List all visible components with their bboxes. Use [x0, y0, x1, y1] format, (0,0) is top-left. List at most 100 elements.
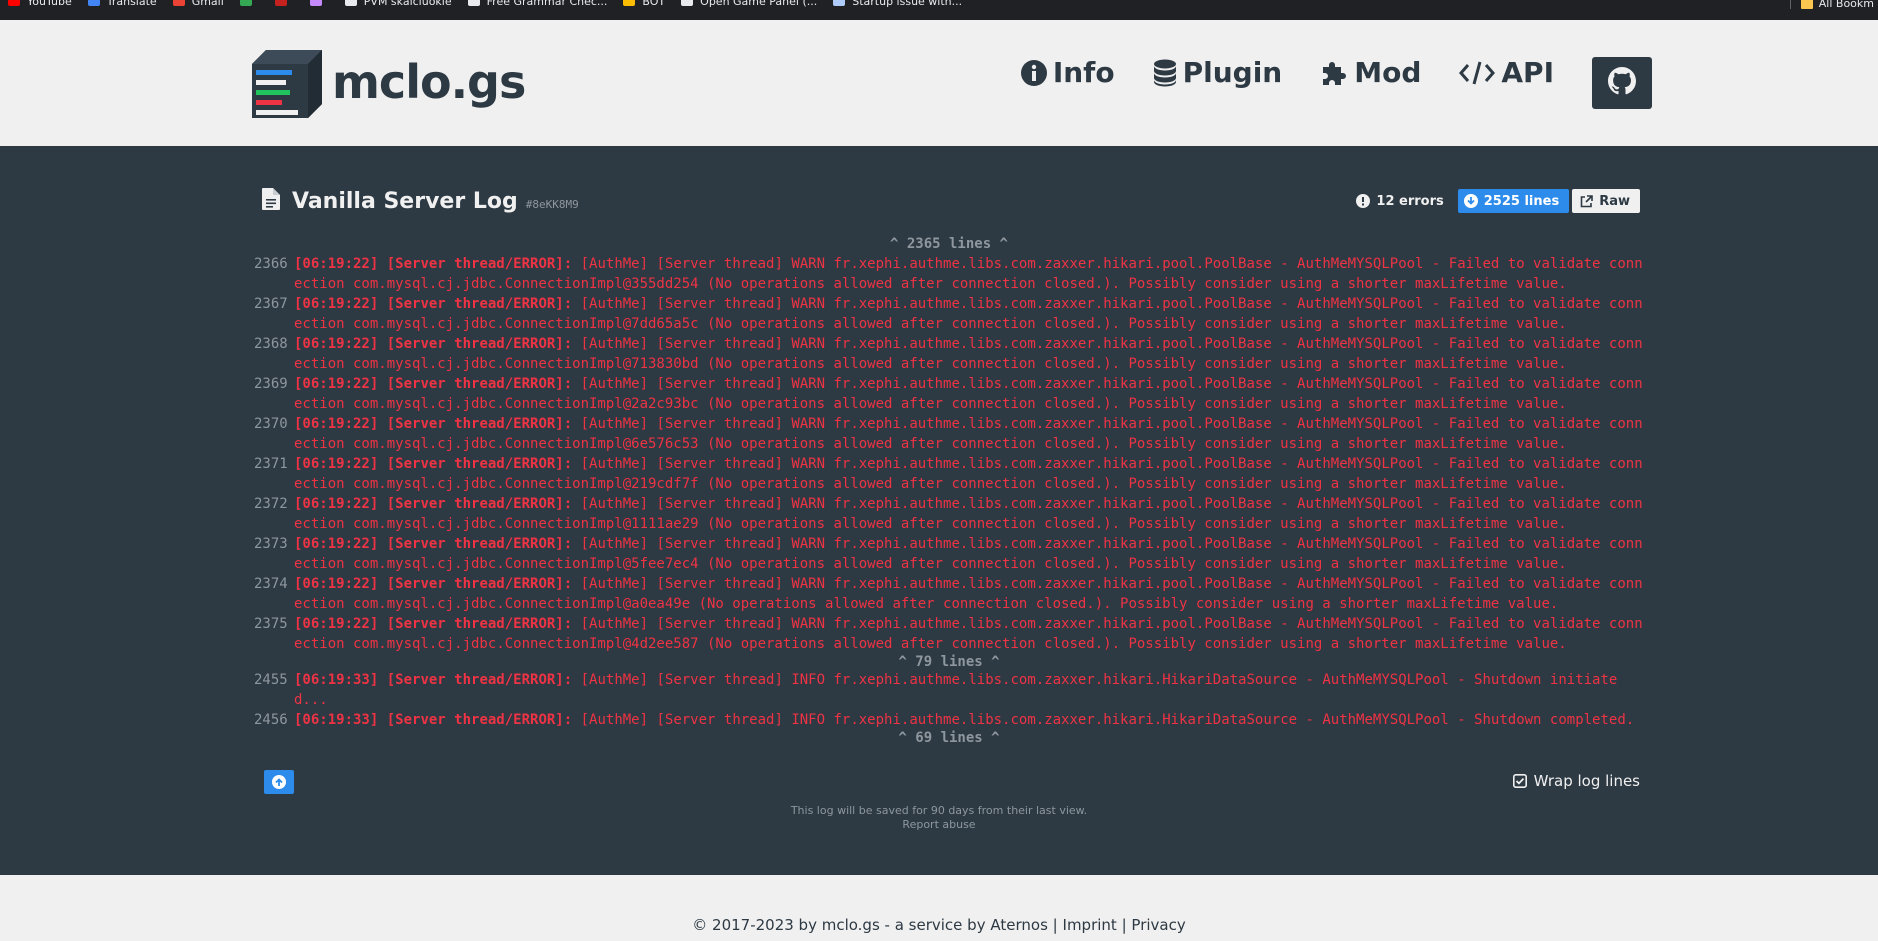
arrow-down-circle-icon — [1463, 194, 1478, 208]
log-line-text: [06:19:33] [Server thread/ERROR]: [AuthM… — [294, 710, 1634, 730]
github-button[interactable] — [1592, 57, 1652, 109]
bookmark-favicon-icon — [239, 0, 252, 6]
collapsed-lines-mid[interactable]: ^ 79 lines ^ — [254, 652, 1644, 672]
line-number[interactable]: 2369 — [254, 374, 294, 414]
bookmark-favicon-icon — [309, 0, 322, 6]
line-number[interactable]: 2373 — [254, 534, 294, 574]
site-footer: © 2017-2023 by mclo.gs - a service by At… — [0, 875, 1878, 941]
log-thread: [Server thread/ERROR]: — [386, 256, 573, 272]
log-line: 2455 [06:19:33] [Server thread/ERROR]: [A… — [254, 670, 1644, 710]
log-line-text: [06:19:22] [Server thread/ERROR]: [AuthM… — [294, 374, 1644, 414]
bookmark-item[interactable]: PVM skaiciuokle — [337, 0, 460, 8]
logo-text: mclo.gs — [332, 55, 526, 109]
log-line: 2369 [06:19:22] [Server thread/ERROR]: [A… — [254, 374, 1644, 414]
line-number[interactable]: 2371 — [254, 454, 294, 494]
external-link-icon — [1580, 194, 1594, 208]
nav-info[interactable]: Info — [1020, 56, 1115, 89]
imprint-link[interactable]: Imprint — [1063, 916, 1117, 934]
site-logo[interactable]: mclo.gs — [252, 46, 526, 118]
checkbox-icon[interactable] — [1512, 774, 1527, 788]
log-time: [06:19:33] — [294, 672, 379, 688]
bookmark-favicon-icon — [833, 0, 846, 6]
site-header: mclo.gs Info Plugin Mod API — [0, 20, 1878, 146]
nav-info-label: Info — [1052, 56, 1115, 89]
nav-mod[interactable]: Mod — [1320, 56, 1421, 89]
bookmark-item[interactable]: Startup issue with... — [825, 0, 970, 8]
log-line-text: [06:19:22] [Server thread/ERROR]: [AuthM… — [294, 294, 1644, 334]
nav-plugin-label: Plugin — [1182, 56, 1283, 89]
lines-button[interactable]: 2525 lines — [1457, 189, 1570, 213]
log-thread: [Server thread/ERROR]: — [386, 376, 573, 392]
log-thread: [Server thread/ERROR]: — [386, 416, 573, 432]
bookmark-separator — [1789, 0, 1791, 9]
nav-api[interactable]: API — [1459, 56, 1554, 89]
log-content: ^ 2365 lines ^ 2366 [06:19:22] [Server th… — [254, 234, 1644, 748]
line-number[interactable]: 2368 — [254, 334, 294, 374]
log-message: [AuthMe] [Server thread] INFO fr.xephi.a… — [580, 712, 1635, 728]
privacy-link[interactable]: Privacy — [1131, 916, 1185, 934]
log-line: 2367 [06:19:22] [Server thread/ERROR]: [A… — [254, 294, 1644, 334]
bookmark-item[interactable]: BOT — [615, 0, 673, 8]
bookmark-item[interactable] — [267, 0, 302, 6]
raw-label: Raw — [1599, 193, 1630, 209]
log-time: [06:19:22] — [294, 576, 379, 592]
bookmark-item[interactable]: Translate — [80, 0, 165, 8]
line-number[interactable]: 2374 — [254, 574, 294, 614]
errors-badge[interactable]: 12 errors — [1356, 194, 1444, 209]
bookmark-item[interactable]: Free Grammar Chec... — [460, 0, 616, 8]
log-thread: [Server thread/ERROR]: — [386, 456, 573, 472]
line-number[interactable]: 2366 — [254, 254, 294, 294]
log-line: 2370 [06:19:22] [Server thread/ERROR]: [A… — [254, 414, 1644, 454]
bookmark-favicon-icon — [87, 0, 100, 6]
log-id: #8eKK8M9 — [525, 197, 579, 211]
bookmark-label: YouTube — [27, 0, 72, 8]
log-time: [06:19:22] — [294, 496, 379, 512]
nav-plugin[interactable]: Plugin — [1153, 56, 1283, 89]
log-line-text: [06:19:22] [Server thread/ERROR]: [AuthM… — [294, 614, 1644, 654]
line-number[interactable]: 2370 — [254, 414, 294, 454]
log-line: 2374 [06:19:22] [Server thread/ERROR]: [A… — [254, 574, 1644, 614]
log-thread: [Server thread/ERROR]: — [386, 536, 573, 552]
nav-mod-label: Mod — [1354, 56, 1422, 89]
main-nav: Info Plugin Mod API — [983, 56, 1554, 89]
wrap-toggle[interactable]: Wrap log lines — [1512, 772, 1640, 790]
report-abuse-link[interactable]: Report abuse — [0, 818, 1878, 831]
log-line-text: [06:19:22] [Server thread/ERROR]: [AuthM… — [294, 574, 1644, 614]
bookmark-label: Translate — [106, 0, 157, 8]
bookmark-item[interactable] — [232, 0, 267, 6]
line-number[interactable]: 2456 — [254, 710, 294, 730]
line-number[interactable]: 2372 — [254, 494, 294, 534]
bookmark-item[interactable] — [302, 0, 337, 6]
log-time: [06:19:22] — [294, 416, 379, 432]
raw-button[interactable]: Raw — [1572, 189, 1640, 213]
scroll-top-button[interactable] — [264, 770, 294, 794]
aternos-link[interactable]: Aternos — [990, 916, 1048, 934]
collapsed-lines-top[interactable]: ^ 2365 lines ^ — [254, 234, 1644, 254]
bookmark-item[interactable]: Open Game Panel (... — [673, 0, 825, 8]
bookmark-favicon-icon — [681, 0, 694, 6]
bookmark-label: Open Game Panel (... — [700, 0, 818, 8]
log-time: [06:19:22] — [294, 536, 379, 552]
bookmark-favicon-icon — [8, 0, 20, 6]
log-section: Vanilla Server Log #8eKK8M9 12 errors 25… — [0, 146, 1878, 875]
collapsed-lines-bottom[interactable]: ^ 69 lines ^ — [254, 728, 1644, 748]
log-thread: [Server thread/ERROR]: — [386, 576, 573, 592]
log-line-text: [06:19:22] [Server thread/ERROR]: [AuthM… — [294, 534, 1644, 574]
log-time: [06:19:33] — [294, 712, 379, 728]
log-thread: [Server thread/ERROR]: — [386, 672, 573, 688]
copyright: © 2017-2023 by mclo.gs - a service by — [692, 916, 986, 934]
line-number[interactable]: 2367 — [254, 294, 294, 334]
all-bookmarks[interactable]: All Bookm — [1789, 0, 1878, 10]
log-time: [06:19:22] — [294, 456, 379, 472]
line-number[interactable]: 2455 — [254, 670, 294, 710]
bookmark-favicon-icon — [623, 0, 636, 6]
bookmarks-bar: YouTube Translate Gmail PVM skaiciuokle Free… — [0, 0, 1878, 20]
line-number[interactable]: 2375 — [254, 614, 294, 654]
all-bookmarks-label: All Bookm — [1818, 0, 1874, 10]
log-line-text: [06:19:22] [Server thread/ERROR]: [AuthM… — [294, 454, 1644, 494]
bookmark-item[interactable]: Gmail — [165, 0, 232, 8]
bookmark-item[interactable]: YouTube — [0, 0, 80, 8]
bookmark-label: BOT — [642, 0, 666, 8]
bookmark-label: Startup issue with... — [852, 0, 963, 8]
logo-cube-icon — [252, 46, 324, 118]
